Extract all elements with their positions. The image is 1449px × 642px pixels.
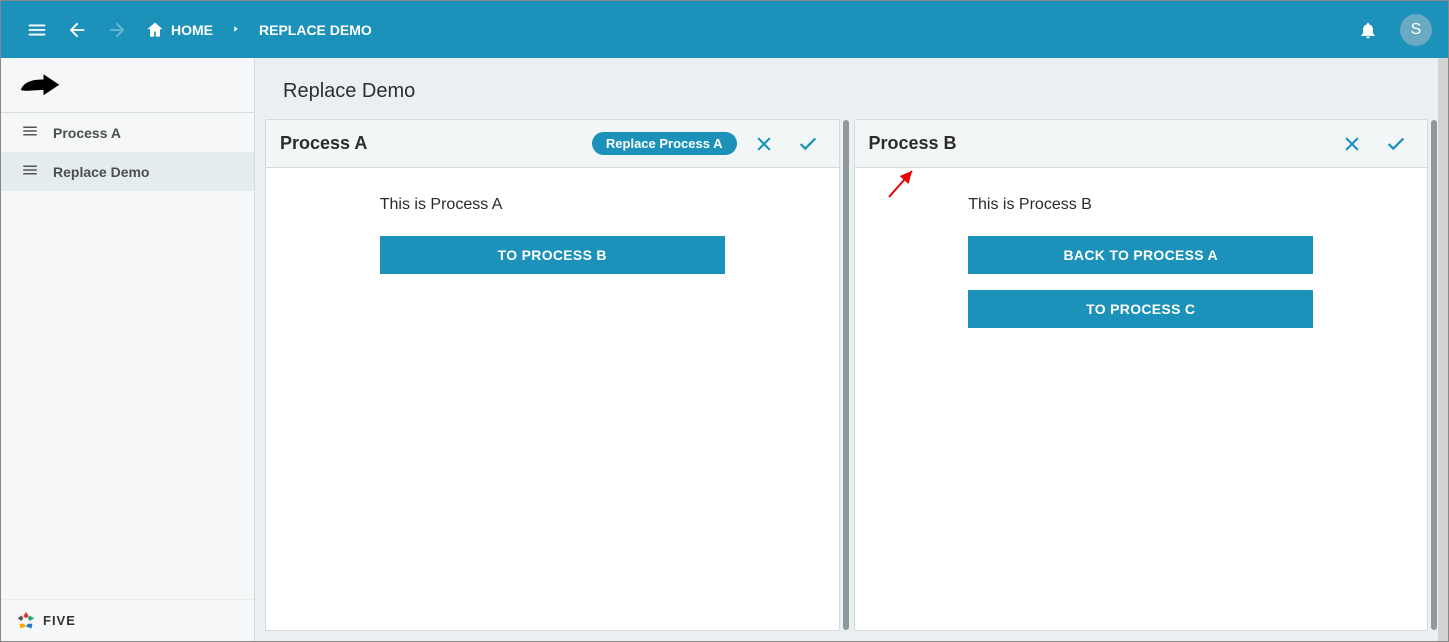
sidebar: Process A Replace Demo FIVE (1, 58, 255, 641)
panel-b-body: This is Process B BACK TO PROCESS A TO P… (855, 168, 1428, 630)
brand-mark-icon (15, 610, 37, 632)
avatar[interactable]: S (1400, 14, 1432, 46)
menu-icon (21, 161, 39, 182)
breadcrumb-home-label: HOME (171, 22, 213, 38)
to-process-b-button[interactable]: TO PROCESS B (380, 236, 725, 274)
forward-icon (97, 10, 137, 50)
panel-b-text: This is Process B (968, 196, 1313, 214)
sidebar-footer: FIVE (1, 599, 254, 641)
check-icon[interactable] (1379, 127, 1413, 161)
panel-a-scrollbar[interactable] (843, 120, 849, 630)
close-icon[interactable] (747, 127, 781, 161)
back-to-process-a-button[interactable]: BACK TO PROCESS A (968, 236, 1313, 274)
panel-a-title: Process A (280, 133, 367, 154)
panel-a-text: This is Process A (380, 196, 725, 214)
brand-logo[interactable]: FIVE (15, 610, 76, 632)
to-process-c-button[interactable]: TO PROCESS C (968, 290, 1313, 328)
sidebar-item-process-a[interactable]: Process A (1, 113, 254, 152)
panel-a-header: Process A Replace Process A (266, 120, 839, 168)
sidebar-header (1, 58, 254, 113)
chevron-right-icon (231, 21, 241, 39)
page-title: Replace Demo (255, 58, 1438, 119)
page-scrollbar[interactable] (1438, 58, 1448, 641)
breadcrumb-home[interactable]: HOME (145, 20, 213, 40)
back-icon[interactable] (57, 10, 97, 50)
content-area: Process A Replace Demo FIVE (1, 58, 1448, 641)
panels-row: Process A Replace Process A This is Proc… (255, 119, 1438, 641)
sidebar-list: Process A Replace Demo (1, 113, 254, 599)
main: Replace Demo Process A Replace Process A (255, 58, 1438, 641)
panel-process-a: Process A Replace Process A This is Proc… (265, 119, 840, 631)
avatar-initial: S (1411, 21, 1422, 39)
breadcrumb-current[interactable]: REPLACE DEMO (259, 22, 372, 38)
sidebar-item-replace-demo[interactable]: Replace Demo (1, 152, 254, 191)
menu-icon (21, 122, 39, 143)
panel-b-title: Process B (869, 133, 957, 154)
replace-process-a-chip[interactable]: Replace Process A (592, 132, 737, 155)
panel-process-b: Process B This is Process B BACK TO PROC… (854, 119, 1429, 631)
check-icon[interactable] (791, 127, 825, 161)
hamburger-icon[interactable] (17, 10, 57, 50)
bell-icon[interactable] (1348, 10, 1388, 50)
breadcrumb: HOME REPLACE DEMO (145, 20, 372, 40)
brand-text: FIVE (43, 613, 76, 628)
sidebar-item-label: Process A (53, 125, 121, 141)
panel-b-scrollbar[interactable] (1431, 120, 1437, 630)
panel-a-body: This is Process A TO PROCESS B (266, 168, 839, 630)
top-bar: HOME REPLACE DEMO S (1, 1, 1448, 58)
close-icon[interactable] (1335, 127, 1369, 161)
share-arrow-icon (19, 69, 61, 102)
sidebar-item-label: Replace Demo (53, 164, 149, 180)
panel-b-header: Process B (855, 120, 1428, 168)
